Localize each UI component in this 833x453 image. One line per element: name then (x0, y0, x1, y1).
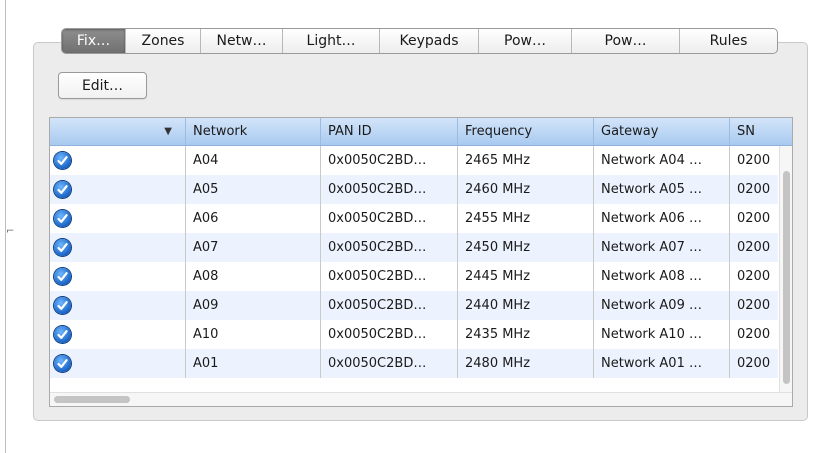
cell-pan-id: 0x0050C2BD… (321, 349, 458, 378)
horizontal-scrollbar[interactable] (50, 392, 792, 406)
cell-pan-id: 0x0050C2BD… (321, 262, 458, 291)
cell-status (50, 146, 186, 175)
cell-gateway: Network A10 … (594, 320, 730, 349)
sort-descending-icon: ▼ (164, 126, 172, 137)
cell-frequency: 2480 MHz (458, 349, 594, 378)
cell-sn: 0200 (737, 356, 771, 371)
column-header-frequency[interactable]: Frequency (458, 118, 594, 145)
checkmark-circle-icon[interactable] (54, 239, 71, 256)
cell-pan-id: 0x0050C2BD… (321, 146, 458, 175)
cell-frequency: 2435 MHz (458, 320, 594, 349)
cell-pan-id: 0x0050C2BD… (321, 175, 458, 204)
cell-network: A07 (186, 233, 321, 262)
tab-fixtures[interactable]: Fix… (62, 29, 125, 53)
checkmark-circle-icon[interactable] (54, 268, 71, 285)
cell-status (50, 320, 186, 349)
cell-status (50, 175, 186, 204)
table-header: ▼ Network PAN ID Frequency Gateway SN (50, 118, 792, 146)
checkmark-circle-icon[interactable] (54, 152, 71, 169)
cell-network: A09 (186, 291, 321, 320)
cell-status (50, 262, 186, 291)
cell-gateway: Network A04 … (594, 146, 730, 175)
cell-pan-id: 0x0050C2BD… (321, 233, 458, 262)
cell-status (50, 349, 186, 378)
column-header-network[interactable]: Network (186, 118, 321, 145)
cell-network: A06 (186, 204, 321, 233)
resize-grip-icon: ⌐ (6, 226, 15, 237)
column-header-status[interactable]: ▼ (50, 118, 186, 145)
tab-zones[interactable]: Zones (125, 29, 200, 53)
checkmark-circle-icon[interactable] (54, 355, 71, 372)
checkmark-circle-icon[interactable] (54, 181, 71, 198)
cell-gateway: Network A06 … (594, 204, 730, 233)
tab-power-1[interactable]: Pow… (478, 29, 571, 53)
edit-button[interactable]: Edit… (58, 72, 147, 99)
table-row[interactable]: A04 0x0050C2BD… 2465 MHz Network A04 … 0200 (50, 146, 778, 175)
table-row[interactable]: A10 0x0050C2BD… 2435 MHz Network A10 … 0200 (50, 320, 778, 349)
cell-frequency: 2460 MHz (458, 175, 594, 204)
cell-pan-id: 0x0050C2BD… (321, 291, 458, 320)
column-header-sn[interactable]: SN (730, 118, 779, 145)
checkmark-circle-icon[interactable] (54, 297, 71, 314)
tab-lights[interactable]: Light… (282, 29, 379, 53)
cell-sn: 0200 (737, 327, 771, 342)
cell-sn: 0200 (737, 182, 771, 197)
table-row[interactable]: A09 0x0050C2BD… 2440 MHz Network A09 … 0200 (50, 291, 778, 320)
cell-network: A04 (186, 146, 321, 175)
table-row[interactable]: A01 0x0050C2BD… 2480 MHz Network A01 … 0200 (50, 349, 778, 378)
cell-frequency: 2450 MHz (458, 233, 594, 262)
cell-network: A05 (186, 175, 321, 204)
tab-rules[interactable]: Rules (679, 29, 777, 53)
cell-frequency: 2465 MHz (458, 146, 594, 175)
cell-pan-id: 0x0050C2BD… (321, 320, 458, 349)
cell-frequency: 2455 MHz (458, 204, 594, 233)
vertical-scroll-thumb[interactable] (783, 171, 790, 384)
checkmark-circle-icon[interactable] (54, 326, 71, 343)
tab-networks[interactable]: Netw… (200, 29, 282, 53)
networks-table: ▼ Network PAN ID Frequency Gateway SN A0… (49, 117, 793, 407)
cell-status (50, 291, 186, 320)
cell-sn: 0200 (737, 240, 771, 255)
cell-frequency: 2440 MHz (458, 291, 594, 320)
tab-keypads[interactable]: Keypads (379, 29, 478, 53)
cell-gateway: Network A07 … (594, 233, 730, 262)
cell-gateway: Network A05 … (594, 175, 730, 204)
cell-sn: 0200 (737, 269, 771, 284)
horizontal-scroll-thumb[interactable] (54, 396, 130, 403)
cell-frequency: 2445 MHz (458, 262, 594, 291)
tab-power-2[interactable]: Pow… (571, 29, 679, 53)
cell-status (50, 233, 186, 262)
cell-gateway: Network A09 … (594, 291, 730, 320)
column-header-pan-id[interactable]: PAN ID (321, 118, 458, 145)
table-row[interactable]: A06 0x0050C2BD… 2455 MHz Network A06 … 0200 (50, 204, 778, 233)
checkmark-circle-icon[interactable] (54, 210, 71, 227)
column-header-gateway[interactable]: Gateway (594, 118, 730, 145)
tab-bar: Fix… Zones Netw… Light… Keypads Pow… Pow… (61, 28, 778, 54)
cell-network: A01 (186, 349, 321, 378)
cell-gateway: Network A01 … (594, 349, 730, 378)
cell-sn: 0200 (737, 153, 771, 168)
table-row[interactable]: A08 0x0050C2BD… 2445 MHz Network A08 … 0200 (50, 262, 778, 291)
vertical-scrollbar[interactable] (779, 146, 792, 392)
cell-status (50, 204, 186, 233)
table-row[interactable]: A07 0x0050C2BD… 2450 MHz Network A07 … 0200 (50, 233, 778, 262)
cell-sn: 0200 (737, 211, 771, 226)
cell-gateway: Network A08 … (594, 262, 730, 291)
cell-pan-id: 0x0050C2BD… (321, 204, 458, 233)
cell-network: A10 (186, 320, 321, 349)
cell-network: A08 (186, 262, 321, 291)
cell-sn: 0200 (737, 298, 771, 313)
table-row[interactable]: A05 0x0050C2BD… 2460 MHz Network A05 … 0200 (50, 175, 778, 204)
